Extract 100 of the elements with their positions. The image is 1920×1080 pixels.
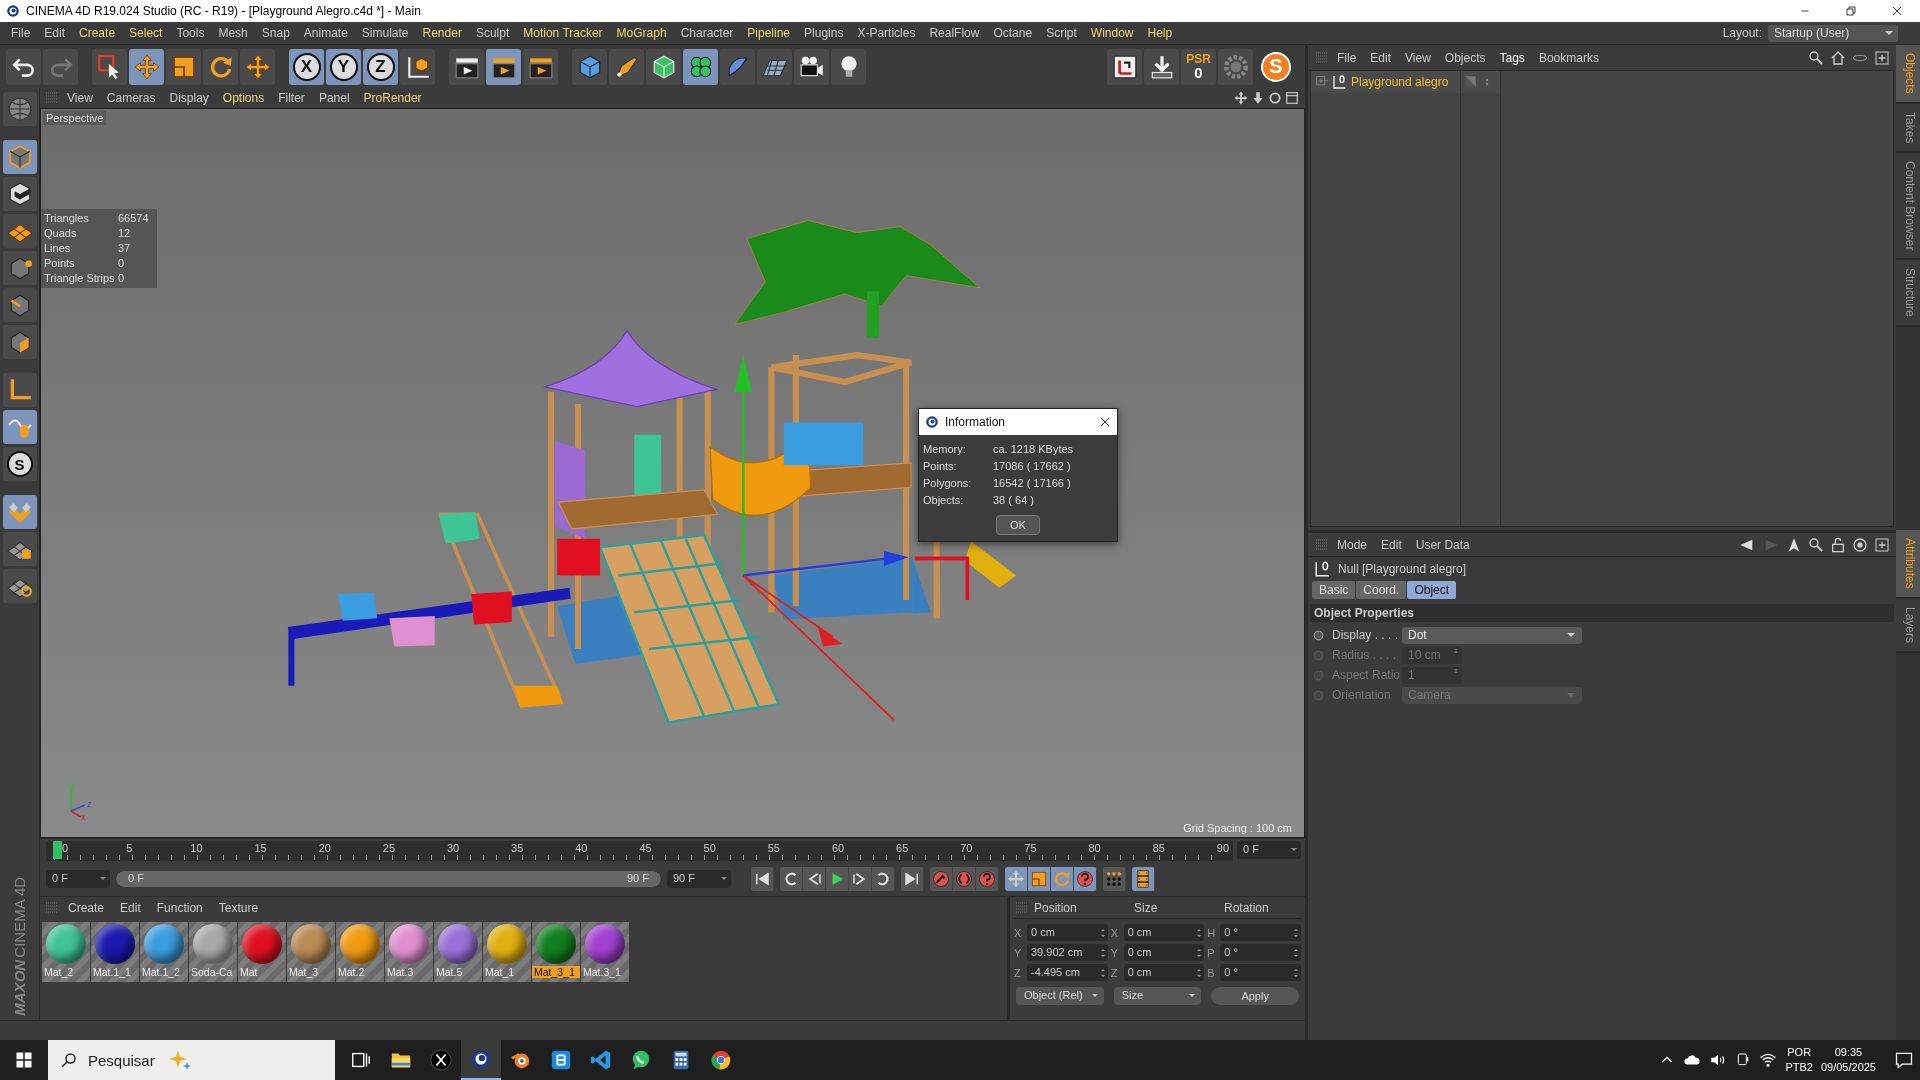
menu-item[interactable]: Tags (1492, 50, 1532, 65)
menu-item[interactable]: Bookmarks (1531, 50, 1606, 65)
notification-icon[interactable] (1894, 1050, 1914, 1070)
attribute-tab[interactable]: Coord. (1356, 581, 1407, 599)
position-field[interactable]: 0 cm (1027, 924, 1108, 941)
rotation-field[interactable]: 0 ° (1220, 924, 1301, 941)
camera-button[interactable] (794, 48, 829, 85)
close-button[interactable] (1099, 416, 1111, 428)
model-mode-button[interactable] (2, 140, 37, 174)
menu-item[interactable]: View (1398, 50, 1438, 65)
subdivision-button[interactable] (646, 48, 681, 85)
deformer-button[interactable] (720, 48, 755, 85)
menu-item[interactable]: Snap (254, 26, 297, 40)
polygons-mode-button[interactable] (2, 325, 37, 359)
cube-button[interactable] (572, 48, 607, 85)
viewport-menu-item[interactable]: Display (162, 91, 216, 105)
menu-item[interactable]: User Data (1408, 537, 1477, 552)
clock[interactable]: 09:35 09/05/2025 (1820, 1045, 1876, 1075)
material-swatch[interactable]: Mat.3_1 (581, 922, 629, 982)
menu-item[interactable]: RealFlow (922, 26, 987, 40)
frame-range-slider[interactable]: 0 F 90 F (116, 871, 661, 887)
bake-button[interactable] (1144, 48, 1179, 85)
attribute-tab[interactable]: Basic (1312, 581, 1356, 599)
viewport-menu-item[interactable]: ProRender (356, 91, 429, 105)
material-swatch[interactable]: Mat_2 (42, 922, 90, 982)
menu-item[interactable]: Mode (1330, 537, 1375, 552)
floor-button[interactable] (757, 48, 792, 85)
lock-icon[interactable] (1830, 536, 1846, 553)
render-picture-button[interactable] (486, 48, 521, 85)
axis-mode-button[interactable] (2, 373, 37, 407)
material-swatch[interactable]: Mat.3 (385, 922, 433, 982)
menu-item[interactable]: Create (60, 901, 113, 915)
layout-dropdown[interactable]: Startup (User) (1768, 24, 1898, 42)
cinema-4d-taskbar-button[interactable] (461, 1040, 501, 1080)
menu-item[interactable]: Function (148, 901, 211, 915)
home-icon[interactable] (1830, 49, 1846, 66)
keyframe-indicator-icon[interactable] (1312, 628, 1325, 642)
workplane-lock-button[interactable] (2, 532, 37, 566)
menu-item[interactable]: Motion Tracker (516, 26, 610, 40)
size-field[interactable]: 0 cm (1123, 964, 1205, 981)
timeline-ruler[interactable]: 0 5 10 15 20 25 30 35 40 45 50 55 60 65 70 75 80 85 90 (46, 841, 1233, 861)
menu-item[interactable]: Plugins (797, 26, 851, 40)
dropdown-field[interactable]: Dot (1402, 626, 1582, 644)
material-swatch[interactable]: Mat.2 (336, 922, 384, 982)
new-panel-icon[interactable] (1874, 536, 1890, 553)
menu-item[interactable]: Edit (1374, 537, 1409, 552)
axis-lock-button[interactable]: Y (329, 52, 358, 81)
menu-item[interactable]: File (4, 26, 38, 40)
search-field[interactable]: Pesquisar (48, 1040, 335, 1080)
viewport-menu-item[interactable]: View (60, 91, 100, 105)
workplane-button[interactable] (2, 214, 37, 248)
render-settings-button[interactable] (523, 48, 558, 85)
viewport-navigation-button[interactable] (2, 92, 37, 126)
panel-tab[interactable]: Takes (1896, 103, 1920, 154)
viewport-menu-item[interactable]: Cameras (99, 91, 163, 105)
menu-item[interactable]: Objects (1437, 50, 1493, 65)
apply-button[interactable]: Apply (1211, 987, 1299, 1005)
material-swatch[interactable]: Mat_3_1 (532, 922, 580, 982)
ok-button[interactable]: OK (996, 515, 1040, 535)
snap-button[interactable]: S (6, 451, 33, 477)
language-indicator[interactable]: POR PTB2 (1785, 1045, 1813, 1075)
scale-button[interactable] (166, 48, 201, 85)
wifi-icon[interactable] (1759, 1051, 1778, 1069)
viewport-menu-item[interactable]: Panel (311, 91, 357, 105)
record-keys-button[interactable] (930, 867, 953, 891)
menu-item[interactable]: Character (673, 26, 741, 40)
light-button[interactable] (831, 48, 866, 85)
menu-item[interactable]: Pipeline (740, 26, 798, 40)
panel-tab[interactable]: Attributes (1896, 530, 1920, 599)
texture-mode-button[interactable] (2, 177, 37, 211)
pan-icon[interactable] (1234, 91, 1248, 105)
material-swatch[interactable]: Mat (238, 922, 286, 982)
end-frame-field[interactable]: 90 F (667, 870, 731, 888)
attribute-tab[interactable]: Object (1407, 581, 1457, 599)
position-field[interactable]: 39.902 cm (1027, 944, 1108, 961)
new-panel-icon[interactable] (1874, 49, 1890, 66)
menu-item[interactable]: File (1330, 50, 1364, 65)
grid-snap-button[interactable] (2, 569, 37, 603)
points-mode-button[interactable] (2, 251, 37, 285)
menu-item[interactable]: Sculpt (468, 26, 517, 40)
menu-item[interactable]: Edit (112, 901, 149, 915)
viewport-menu-item[interactable]: Options (215, 91, 272, 105)
material-swatch[interactable]: Mat_3 (287, 922, 335, 982)
start-frame-field[interactable]: 0 F (46, 870, 110, 888)
axis-lock-button[interactable]: Z (366, 52, 395, 81)
tweak-mode-button[interactable] (2, 410, 37, 444)
menu-item[interactable]: Edit (37, 26, 73, 40)
size-field[interactable]: 0 cm (1123, 924, 1205, 941)
menu-item[interactable]: MoGraph (609, 26, 674, 40)
menu-item[interactable]: Edit (1363, 50, 1399, 65)
rotation-field[interactable]: 0 ° (1220, 964, 1301, 981)
menu-item[interactable]: Mesh (211, 26, 255, 40)
size-mode-dropdown[interactable]: Size (1113, 987, 1202, 1005)
selection-button[interactable] (92, 48, 127, 85)
panel-tab[interactable]: Objects (1896, 45, 1920, 104)
psr-button[interactable]: PSR 0 (1181, 48, 1216, 85)
menu-item[interactable]: Texture (210, 901, 267, 915)
menu-item[interactable]: Select (122, 26, 170, 40)
menu-item[interactable]: Octane (986, 26, 1040, 40)
parameter-key-button[interactable] (1074, 867, 1097, 891)
